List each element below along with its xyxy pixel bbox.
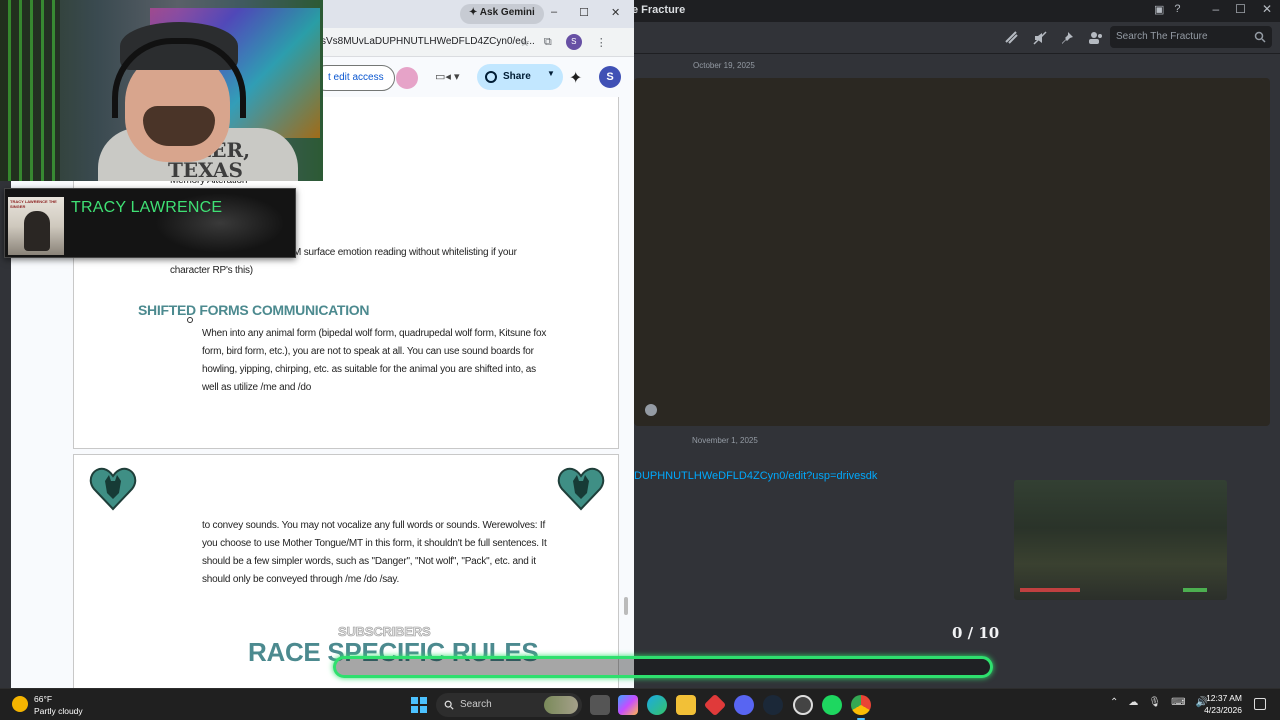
close-icon[interactable]: ✕ [611,6,620,19]
date-divider: October 19, 2025 [693,61,755,70]
github-icon[interactable] [793,695,813,715]
weather-widget[interactable]: 66°F Partly cloudy [12,693,83,717]
now-playing-widget: TRACY LAWRENCE THE SINGER TRACY LAWRENCE [4,188,296,258]
partly-cloudy-icon [12,696,28,712]
taskbar: 66°F Partly cloudy Search ⌃ ☁ 🎙 ⌨ 🔊 12:3… [0,688,1280,720]
webcam-overlay: TYLER, TEXAS [0,0,323,181]
hud-bar [1020,588,1080,592]
scrollbar[interactable] [624,597,628,615]
inbox-icon[interactable]: ▣ [1154,3,1164,16]
url-text[interactable]: sVs8MUvLaDUPHNUTLHWeDFLD4ZCyn0/ed... [321,36,535,47]
temperature: 66°F [34,694,53,704]
maximize-icon[interactable]: ☐ [579,6,589,19]
search-icon [1254,31,1266,43]
menu-kebab-icon[interactable]: ⋮ [596,36,607,49]
notification-icon[interactable] [1254,698,1266,710]
screenshot-icon[interactable]: ⧉ [544,36,552,49]
search-icon [444,700,454,710]
members-icon[interactable] [1088,30,1104,46]
discord-search-input[interactable]: Search The Fracture [1110,26,1272,48]
gemini-spark-icon[interactable]: ✦ [569,68,582,88]
discord-icon[interactable] [734,695,754,715]
profile-avatar[interactable]: S [565,34,582,50]
bullet-icon [187,317,193,323]
ask-gemini-button[interactable]: ✦ Ask Gemini [460,4,544,24]
cloud-icon[interactable]: ☁ [1128,697,1138,708]
doc-paragraph: When into any animal form (bipedal wolf … [202,328,547,393]
taskbar-search[interactable]: Search [436,693,582,717]
chevron-down-icon[interactable]: ▼ [547,69,555,78]
bookmark-star-icon[interactable]: ☆ [520,36,530,49]
subscriber-goal-bar [333,656,993,678]
video-embed[interactable] [634,78,1270,426]
network-icon[interactable]: ⌨ [1171,697,1185,708]
threads-icon[interactable] [1004,30,1020,46]
mute-icon[interactable] [1032,30,1048,46]
steam-icon[interactable] [763,695,783,715]
file-explorer-icon[interactable] [676,695,696,715]
profile-avatar[interactable]: S [599,66,621,88]
share-button[interactable]: Share ▼ [477,64,563,90]
spotify-icon[interactable] [822,695,842,715]
album-art: TRACY LAWRENCE THE SINGER [8,197,64,255]
date-divider: November 1, 2025 [692,436,758,445]
maximize-icon[interactable]: ☐ [1235,2,1246,16]
game-thumbnail[interactable] [1014,480,1227,600]
document-canvas[interactable]: Memory Alteration Mind Reading (you may … [11,97,634,688]
weather-condition: Partly cloudy [34,706,83,716]
doc-paragraph: to convey sounds. You may not vocalize a… [202,520,547,585]
minimize-icon[interactable]: – [1212,2,1219,16]
app-icon[interactable] [703,693,727,717]
microphone-icon[interactable]: 🎙 [1148,697,1161,708]
emoji-icon[interactable] [645,404,657,416]
pin-icon[interactable] [1060,30,1076,46]
meet-icon[interactable]: ▭◂ ▾ [435,70,465,86]
hud-bar [1183,588,1207,592]
message-link[interactable]: DUPHNUTLHWeDFLD4ZCyn0/edit?usp=drivesdk [634,470,877,482]
chevron-up-icon[interactable]: ⌃ [1110,697,1118,708]
discord-window-title: e Fracture [632,4,686,16]
subscriber-counter: 0 / 10 [952,624,1000,642]
globe-icon [485,71,497,83]
request-edit-access-button[interactable]: t edit access [313,65,395,91]
doc-page[interactable]: to convey sounds. You may not vocalize a… [73,454,619,688]
close-icon[interactable]: ✕ [1262,2,1272,16]
start-button[interactable] [411,697,427,713]
wolf-heart-logo-icon [89,467,137,511]
minimize-icon[interactable]: – [551,6,557,19]
task-view-icon[interactable] [590,695,610,715]
now-playing-title: TRACY LAWRENCE [71,199,223,216]
section-heading: SHIFTED FORMS COMMUNICATION [138,302,370,318]
wolf-heart-logo-icon [557,467,605,511]
help-icon[interactable]: ? [1174,3,1180,16]
edge-icon[interactable] [647,695,667,715]
gem-icon[interactable] [396,67,418,89]
chrome-icon[interactable] [851,695,871,720]
copilot-icon[interactable] [618,695,638,715]
clock[interactable]: 12:37 AM 4/23/2026 [1198,692,1242,716]
